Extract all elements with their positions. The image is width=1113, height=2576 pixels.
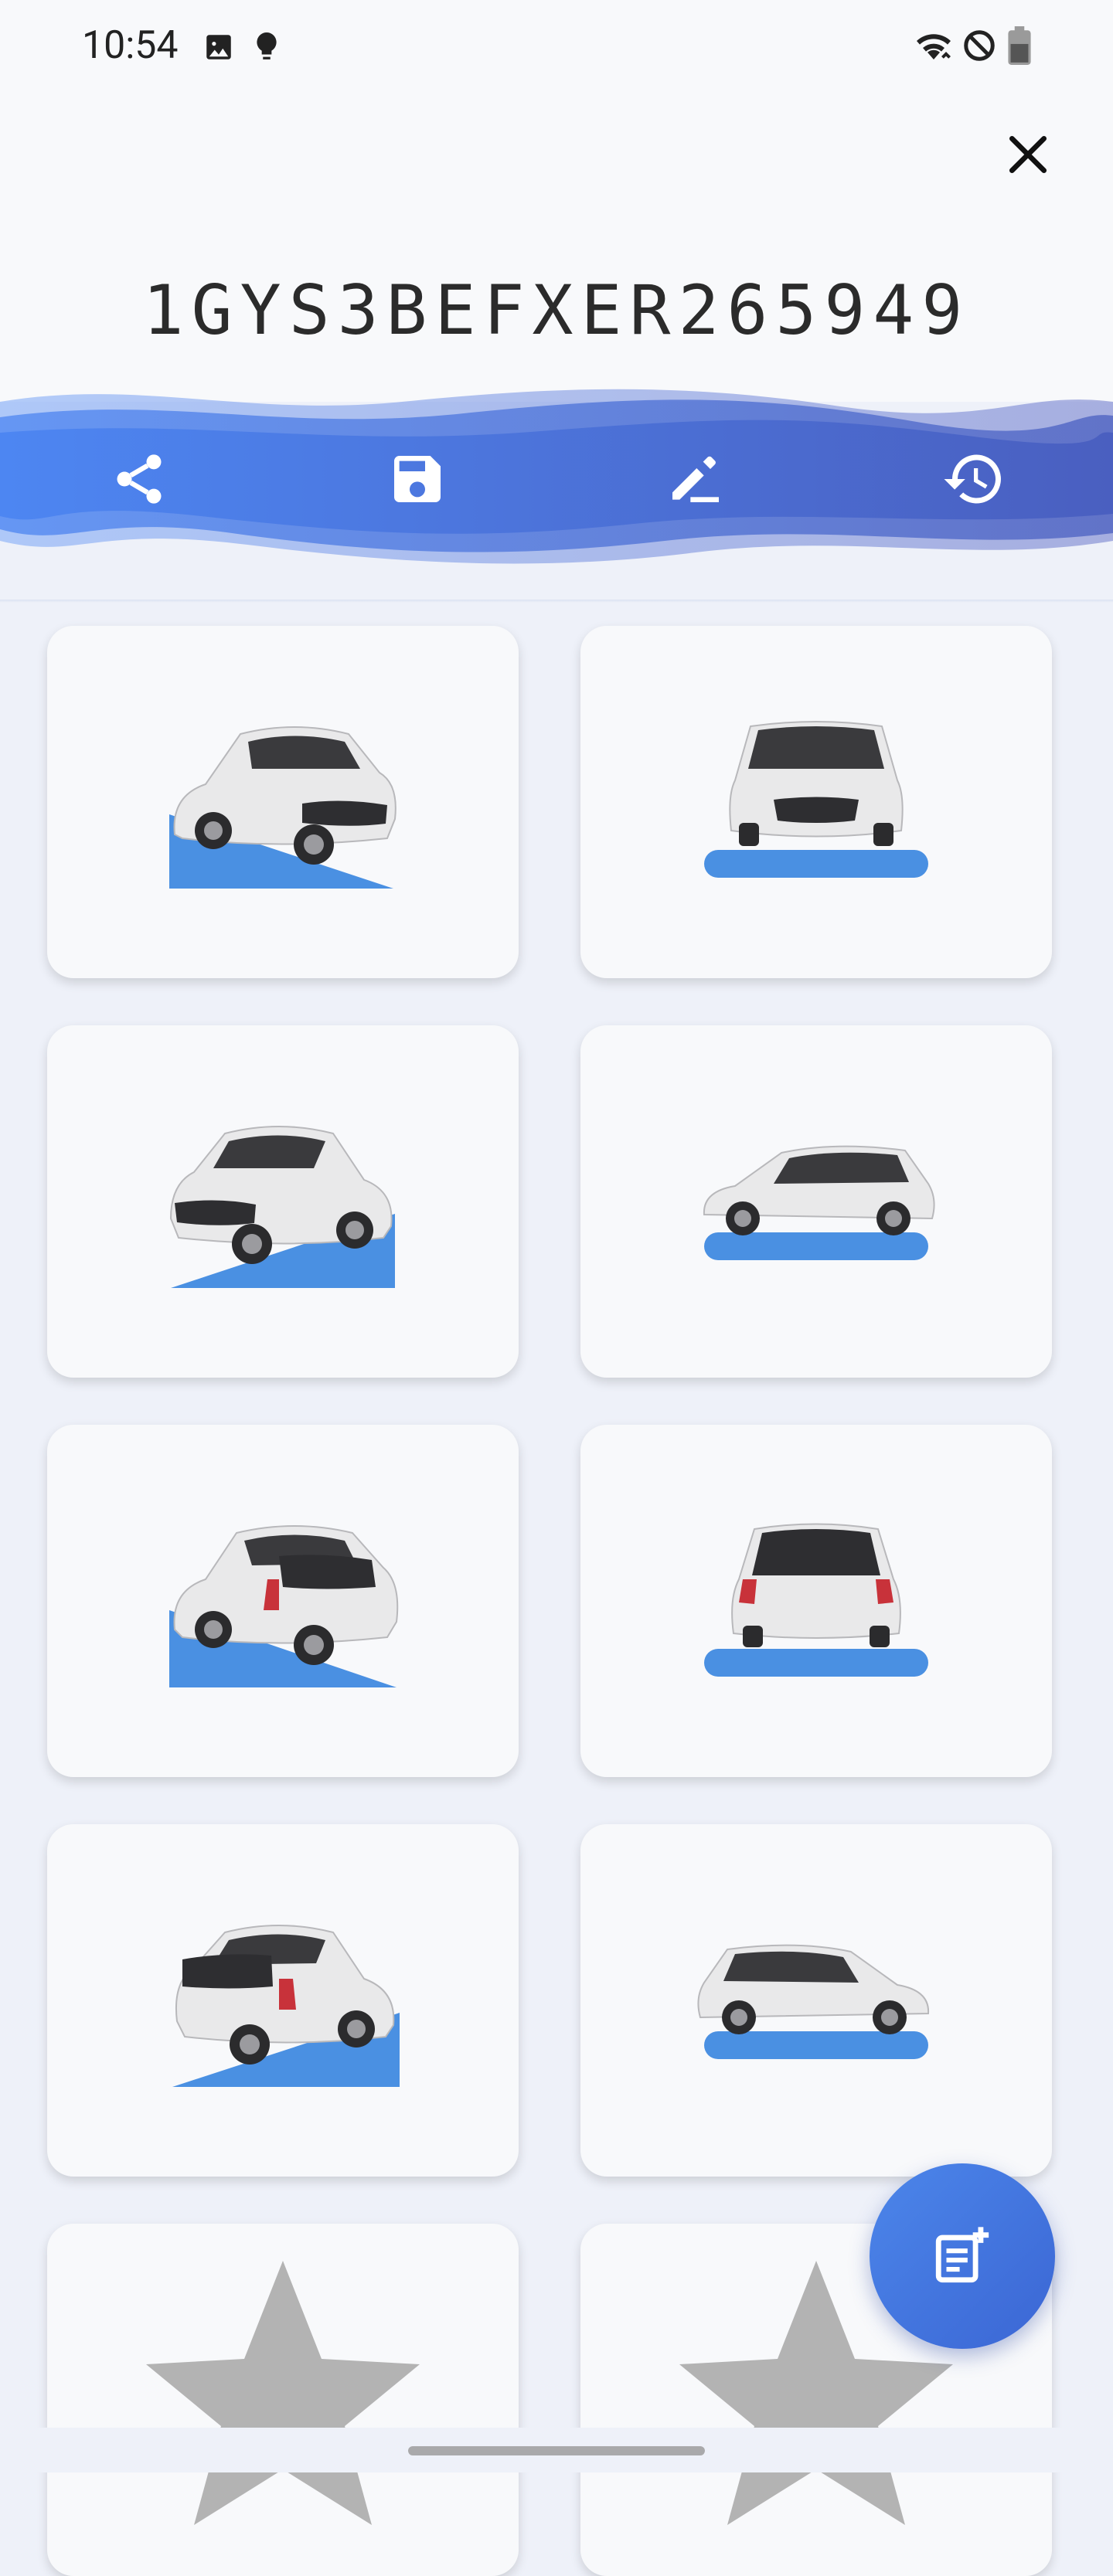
dnd-icon — [964, 30, 995, 61]
share-button[interactable] — [93, 433, 186, 525]
photo-card-front-left-angle[interactable] — [47, 626, 519, 978]
close-button[interactable] — [997, 124, 1059, 185]
bulb-icon — [257, 32, 277, 59]
save-icon — [394, 456, 441, 502]
photo-card-front-right-angle[interactable] — [47, 1025, 519, 1378]
car-front-three-quarter-left-icon — [169, 726, 397, 889]
photo-card-placeholder[interactable] — [47, 2224, 519, 2576]
add-note-button[interactable] — [870, 2163, 1055, 2349]
image-icon — [206, 35, 231, 59]
add-note-icon — [935, 2227, 989, 2283]
photo-card-rear-right-angle[interactable] — [47, 1824, 519, 2177]
navigation-handle[interactable] — [408, 2446, 705, 2455]
share-icon — [117, 454, 162, 504]
star-placeholder-icon — [146, 2261, 420, 2525]
car-front-view-icon — [704, 721, 928, 878]
status-bar: 10:54 — [0, 0, 1113, 93]
car-side-view-icon — [703, 1145, 935, 1260]
photo-card-side-right[interactable] — [580, 1824, 1052, 2177]
status-time: 10:54 — [82, 23, 179, 68]
photo-card-front[interactable] — [580, 626, 1052, 978]
wifi-icon — [917, 34, 951, 59]
car-front-three-quarter-right-icon — [169, 1126, 395, 1288]
edit-icon — [672, 456, 719, 502]
header-divider — [0, 600, 1113, 603]
battery-icon — [1008, 26, 1031, 65]
close-icon — [1009, 135, 1047, 174]
save-button[interactable] — [371, 433, 464, 525]
vin-title: 1GYS3BEFXER265949 — [142, 270, 971, 350]
action-toolbar — [0, 433, 1113, 525]
history-icon — [944, 454, 1001, 504]
photo-card-rear[interactable] — [580, 1425, 1052, 1777]
car-side-view-right-icon — [697, 1944, 930, 2059]
car-rear-view-icon — [704, 1523, 928, 1677]
edit-button[interactable] — [649, 433, 742, 525]
photo-card-side-left[interactable] — [580, 1025, 1052, 1378]
history-button[interactable] — [928, 433, 1020, 525]
photo-card-rear-left-angle[interactable] — [47, 1425, 519, 1777]
car-rear-three-quarter-left-icon — [169, 1525, 399, 1687]
car-rear-three-quarter-right-icon — [172, 1925, 400, 2087]
header — [0, 93, 1113, 402]
